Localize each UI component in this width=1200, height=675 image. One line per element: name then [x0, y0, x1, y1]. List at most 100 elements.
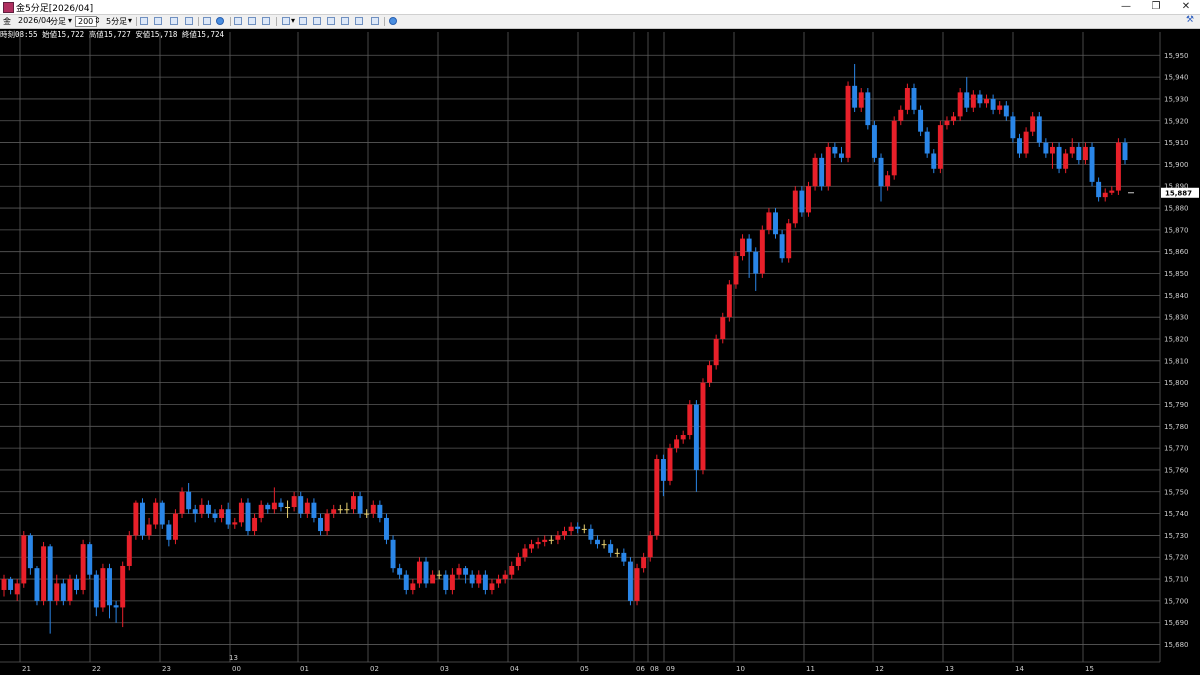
candle [476, 570, 482, 588]
candle [1030, 112, 1036, 137]
candle [529, 539, 535, 553]
candle-body [271, 502, 277, 510]
candle [304, 498, 310, 518]
candle [845, 81, 851, 163]
candle [60, 579, 66, 606]
candle-body [621, 552, 627, 562]
y-tick-label: 15,770 [1164, 445, 1189, 453]
candle-body [845, 85, 851, 158]
candle [245, 498, 251, 536]
candle [1049, 142, 1055, 169]
candle-body [614, 552, 620, 554]
candle [1023, 127, 1029, 158]
x-tick-label: 01 [300, 665, 309, 673]
candle-body [1010, 116, 1016, 139]
y-tick-label: 15,860 [1164, 248, 1189, 256]
candle [1122, 138, 1128, 165]
candle-body [740, 238, 746, 257]
candle-body [1056, 146, 1062, 169]
candle-body [594, 539, 600, 545]
candle-body [904, 88, 910, 110]
candle-body [1049, 146, 1055, 154]
x-tick-label: 06 [636, 665, 645, 673]
candle-body [858, 92, 864, 108]
candle [970, 90, 976, 113]
candle [159, 500, 165, 529]
x-tick-label: 22 [92, 665, 101, 673]
candle-body [1023, 131, 1029, 154]
candle-body [871, 125, 877, 158]
candle-body [535, 541, 541, 545]
x-tick-label: 14 [1015, 665, 1024, 673]
candle-body [364, 513, 370, 515]
candle-body [456, 568, 462, 575]
candle [641, 552, 647, 573]
y-tick-label: 15,760 [1164, 466, 1189, 474]
candle-body [482, 574, 488, 590]
candle [944, 116, 950, 130]
candle-body [212, 513, 218, 518]
candle [390, 535, 396, 573]
candle-body [179, 491, 185, 514]
candle-body [878, 157, 884, 187]
candle [647, 531, 653, 562]
candle [799, 186, 805, 217]
candle-body [680, 435, 686, 440]
candle-body [159, 502, 165, 525]
x-tick-label: 23 [162, 665, 171, 673]
candle-body [430, 574, 436, 584]
candle [107, 563, 112, 619]
candle-body [608, 544, 614, 553]
candle-body [693, 404, 699, 470]
candle [67, 574, 73, 606]
candle [489, 579, 495, 595]
candle [977, 90, 983, 108]
candle [858, 88, 864, 113]
candle [1036, 112, 1042, 147]
candle-body [489, 583, 495, 590]
candle [865, 88, 871, 130]
candle-body [298, 496, 304, 514]
y-tick-label: 15,690 [1164, 619, 1189, 627]
candle [871, 120, 877, 163]
candle [878, 153, 884, 202]
candle-body [502, 574, 508, 580]
candle-body [496, 579, 502, 584]
candle-body [238, 502, 244, 523]
candle [397, 563, 403, 580]
candle-body [443, 574, 449, 590]
candle-body [172, 513, 178, 540]
candle-body [852, 85, 858, 108]
candle-body [746, 238, 752, 252]
candle [1003, 101, 1009, 121]
candle [351, 491, 356, 514]
candle-body [252, 517, 258, 532]
candle [957, 88, 963, 121]
candle [990, 94, 996, 115]
candle-body [1036, 116, 1042, 143]
candle-body [964, 92, 970, 108]
candle-body [898, 109, 904, 121]
candle [344, 502, 350, 514]
candle [984, 94, 989, 108]
y-tick-label: 15,750 [1164, 488, 1189, 496]
candle-body [199, 504, 205, 514]
y-tick-label: 15,680 [1164, 641, 1189, 649]
candle [555, 531, 561, 545]
candle [608, 539, 614, 558]
candle-body [14, 583, 20, 595]
y-tick-label: 15,780 [1164, 423, 1189, 431]
candle [786, 218, 792, 263]
candle-body [720, 317, 726, 339]
candle-body [186, 491, 192, 510]
candle [199, 498, 205, 518]
candle-body [225, 509, 231, 525]
candle [773, 208, 778, 239]
candlestick-chart[interactable]: 15,680 15,690 15,700 15,710 15,720 15,730 15,7… [0, 0, 1200, 675]
candle-body [410, 583, 416, 590]
x-tick-label: 21 [22, 665, 31, 673]
candle-body [423, 561, 429, 584]
candle [654, 454, 660, 540]
candle [337, 504, 343, 514]
candle [430, 570, 436, 584]
